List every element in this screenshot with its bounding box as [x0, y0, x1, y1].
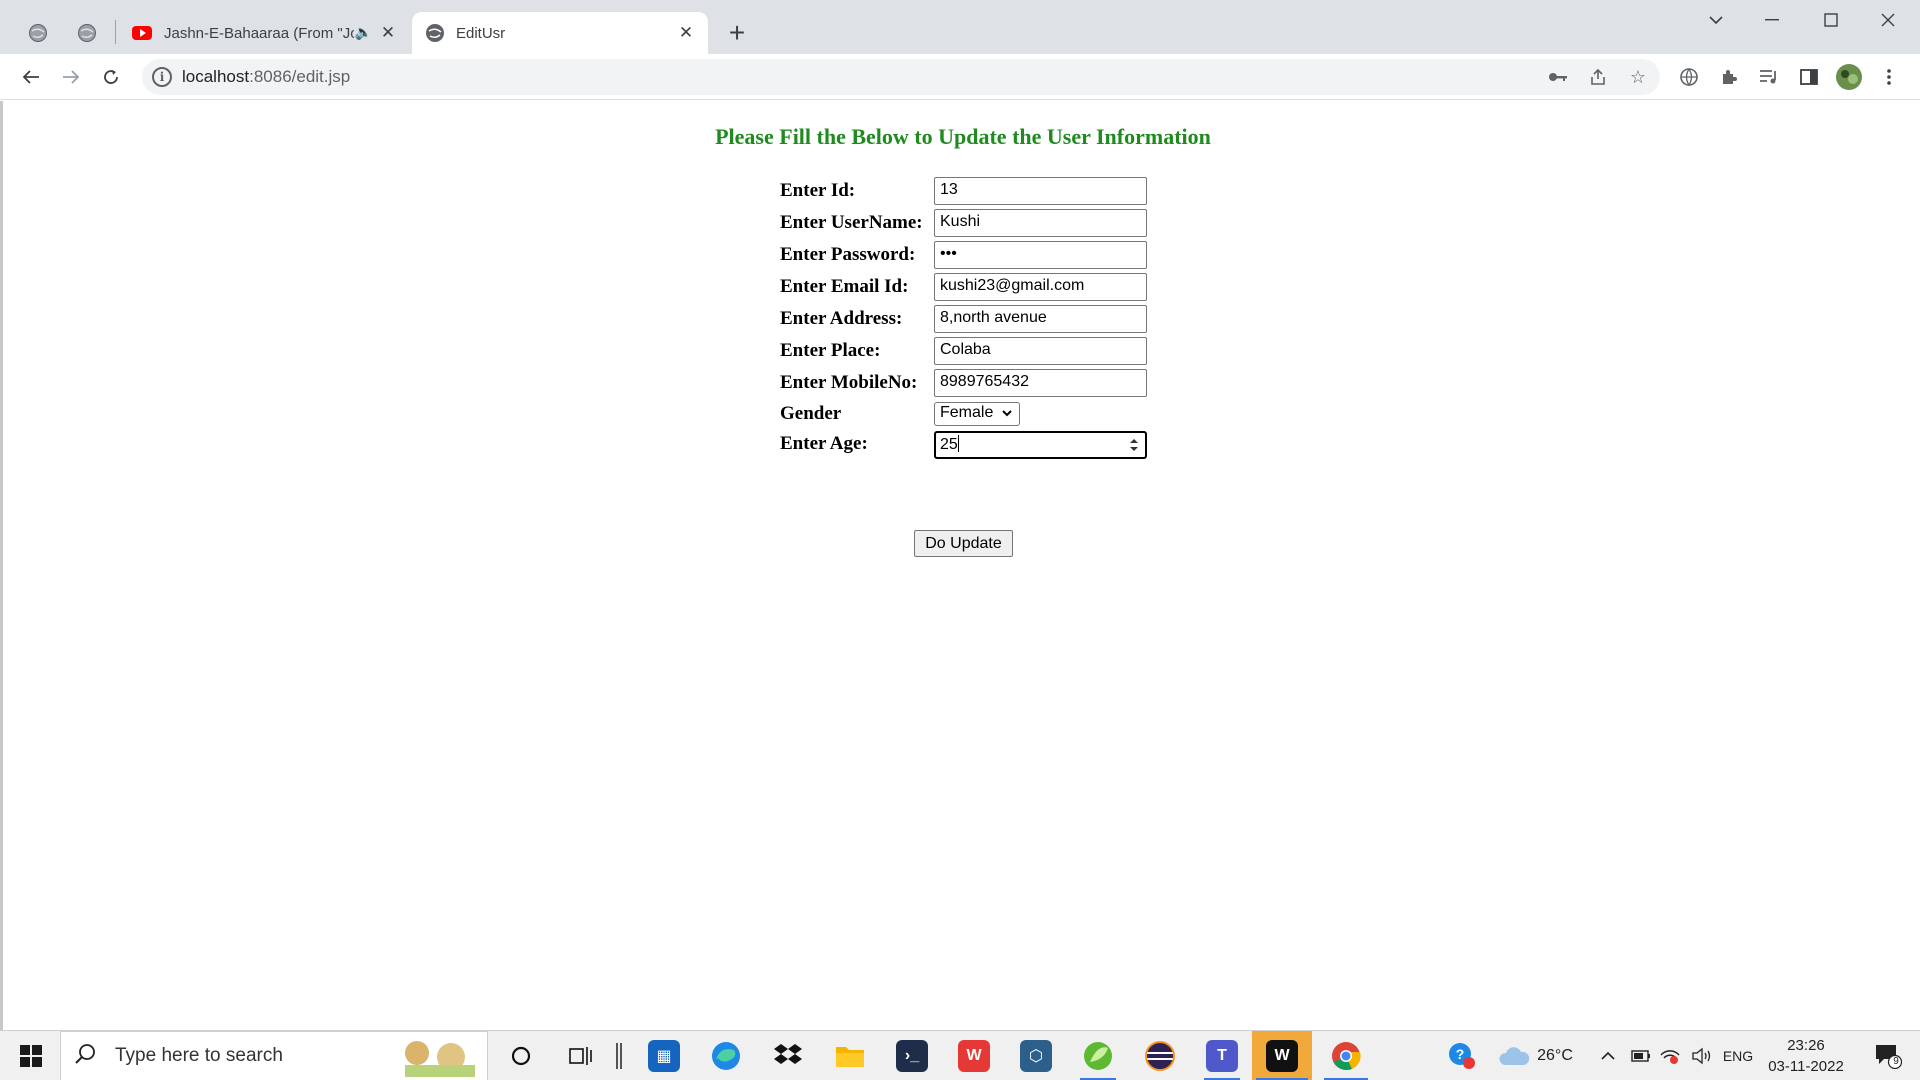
- start-button[interactable]: [10, 1031, 52, 1080]
- site-info-icon[interactable]: i: [152, 67, 172, 87]
- file-explorer-icon[interactable]: [828, 1031, 872, 1080]
- email-input[interactable]: kushi23@gmail.com: [934, 273, 1147, 301]
- mobile-input[interactable]: 8989765432: [934, 369, 1147, 397]
- tab-separator: [115, 20, 116, 44]
- globe-icon: [426, 24, 444, 42]
- tab-youtube[interactable]: Jashn-E-Bahaaraa (From "Joc 🔈 ✕: [118, 12, 410, 54]
- task-view-icon[interactable]: [560, 1031, 602, 1080]
- spring-tool-suite-icon[interactable]: [1076, 1031, 1120, 1080]
- taskbar-divider: [612, 1031, 626, 1080]
- cortana-icon[interactable]: [500, 1031, 542, 1080]
- do-update-button[interactable]: Do Update: [914, 530, 1013, 557]
- taskbar-search[interactable]: Type here to search: [60, 1031, 488, 1080]
- search-placeholder: Type here to search: [115, 1045, 283, 1066]
- tab-search-chevron-icon[interactable]: [1688, 0, 1744, 40]
- screen: Jashn-E-Bahaaraa (From "Joc 🔈 ✕ EditUsr …: [0, 0, 1920, 1080]
- tab-title: EditUsr: [456, 24, 506, 42]
- clock-time: 23:26: [1787, 1037, 1825, 1054]
- share-icon[interactable]: [1585, 64, 1611, 90]
- windows-taskbar: Type here to search ▦ ›_ W ⬡ T W ? 26°C …: [0, 1030, 1920, 1080]
- globe-icon: [78, 24, 96, 42]
- reload-button[interactable]: [96, 62, 126, 92]
- username-label: Enter UserName:: [780, 212, 923, 233]
- text-caret: [957, 435, 959, 452]
- webex-icon[interactable]: W: [1252, 1031, 1312, 1080]
- maximize-button[interactable]: [1803, 0, 1859, 40]
- network-icon[interactable]: [1656, 1031, 1684, 1080]
- forward-button[interactable]: [56, 62, 86, 92]
- browser-toolbar: i localhost:8086/edit.jsp ☆: [0, 54, 1920, 100]
- email-label: Enter Email Id:: [780, 276, 909, 297]
- powershell-icon[interactable]: ›_: [890, 1031, 934, 1080]
- wps-office-icon[interactable]: W: [952, 1031, 996, 1080]
- mobile-label: Enter MobileNo:: [780, 372, 918, 393]
- clock-date: 03-11-2022: [1768, 1058, 1844, 1075]
- close-tab-icon[interactable]: ✕: [676, 23, 696, 43]
- id-label: Enter Id:: [780, 180, 856, 201]
- help-icon[interactable]: ?: [1444, 1031, 1480, 1080]
- place-input[interactable]: Colaba: [934, 337, 1147, 365]
- dropbox-icon[interactable]: [766, 1031, 810, 1080]
- side-panel-icon[interactable]: [1794, 62, 1824, 92]
- extensions-icon[interactable]: [1714, 62, 1744, 92]
- speaker-icon[interactable]: 🔈: [355, 24, 372, 41]
- mysql-workbench-icon[interactable]: ⬡: [1014, 1031, 1058, 1080]
- gender-label: Gender: [780, 403, 842, 424]
- teams-icon[interactable]: T: [1200, 1031, 1244, 1080]
- age-label: Enter Age:: [780, 433, 868, 454]
- pinned-tab-2[interactable]: [66, 12, 108, 54]
- profile-avatar[interactable]: [1834, 62, 1864, 92]
- password-label: Enter Password:: [780, 244, 916, 265]
- password-input[interactable]: •••: [934, 241, 1147, 269]
- web-page: Please Fill the Below to Update the User…: [0, 101, 1920, 1030]
- url-text: localhost:8086/edit.jsp: [182, 67, 351, 86]
- address-label: Enter Address:: [780, 308, 903, 329]
- bookmark-star-icon[interactable]: ☆: [1625, 64, 1651, 90]
- chrome-icon[interactable]: [1320, 1031, 1372, 1080]
- tab-title: Jashn-E-Bahaaraa (From "Joc: [164, 24, 354, 42]
- gender-select[interactable]: Female: [934, 402, 1020, 426]
- notifications-icon[interactable]: 9: [1866, 1031, 1910, 1080]
- address-bar[interactable]: i localhost:8086/edit.jsp ☆: [142, 59, 1660, 95]
- tab-strip: Jashn-E-Bahaaraa (From "Joc 🔈 ✕ EditUsr …: [0, 0, 1920, 54]
- svg-text:?: ?: [1456, 1046, 1465, 1062]
- menu-kebab-icon[interactable]: [1874, 62, 1904, 92]
- close-window-button[interactable]: [1860, 0, 1916, 40]
- weather-cloud-icon[interactable]: [1494, 1031, 1534, 1080]
- weather-temperature[interactable]: 26°C: [1534, 1031, 1576, 1080]
- volume-icon[interactable]: [1688, 1031, 1716, 1080]
- vpn-globe-icon[interactable]: [1674, 62, 1704, 92]
- chevron-down-icon: [1001, 404, 1013, 427]
- youtube-icon: [132, 26, 152, 40]
- age-input[interactable]: 25: [934, 431, 1147, 459]
- media-queue-icon[interactable]: [1754, 62, 1784, 92]
- microsoft-store-icon[interactable]: ▦: [644, 1031, 684, 1080]
- new-tab-button[interactable]: +: [722, 18, 752, 48]
- back-button[interactable]: [16, 62, 46, 92]
- key-icon[interactable]: [1545, 64, 1571, 90]
- close-tab-icon[interactable]: ✕: [378, 23, 398, 43]
- show-hidden-icons-chevron-icon[interactable]: [1596, 1031, 1620, 1080]
- pinned-tab-1[interactable]: [17, 12, 59, 54]
- age-value: 25: [940, 436, 958, 453]
- search-icon: [75, 1043, 97, 1070]
- input-language[interactable]: ENG: [1720, 1031, 1756, 1080]
- edge-icon[interactable]: [704, 1031, 748, 1080]
- page-heading: Please Fill the Below to Update the User…: [715, 124, 1211, 149]
- search-highlight-image: [395, 1035, 481, 1080]
- notification-count: 9: [1893, 1056, 1899, 1067]
- globe-icon: [29, 24, 47, 42]
- gender-selected-value: Female: [940, 404, 994, 421]
- battery-icon[interactable]: [1628, 1031, 1654, 1080]
- username-input[interactable]: Kushi: [934, 209, 1147, 237]
- address-input[interactable]: 8,north avenue: [934, 305, 1147, 333]
- id-input[interactable]: 13: [934, 177, 1147, 205]
- minimize-button[interactable]: [1744, 0, 1800, 40]
- tab-editusr[interactable]: EditUsr ✕: [412, 12, 708, 54]
- eclipse-icon[interactable]: [1138, 1031, 1182, 1080]
- system-clock[interactable]: 23:26 03-11-2022: [1756, 1035, 1856, 1077]
- place-label: Enter Place:: [780, 340, 881, 361]
- number-spinner-icon[interactable]: [1129, 436, 1139, 454]
